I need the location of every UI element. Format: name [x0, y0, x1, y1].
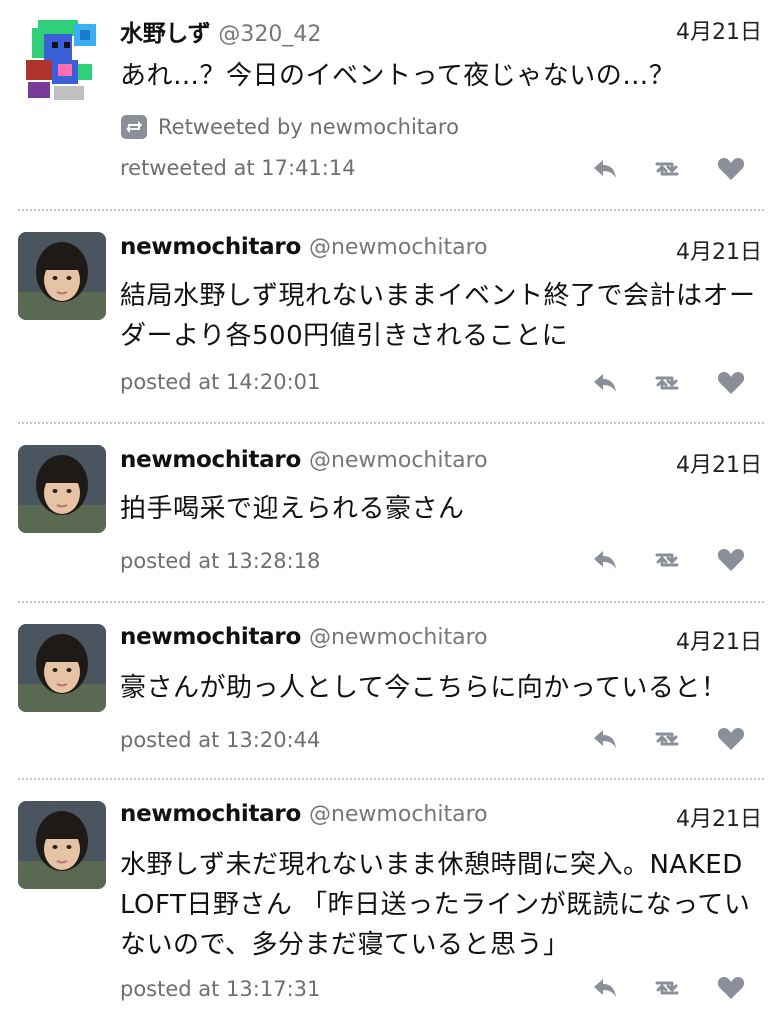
avatar[interactable] — [18, 801, 106, 889]
tweet-item[interactable]: 水野しず @320_42 4月21日 あれ…？今日のイベントって夜じゃないの…？ … — [0, 0, 780, 210]
user-handle[interactable]: @320_42 — [218, 22, 321, 47]
display-name[interactable]: newmochitaro — [120, 624, 301, 650]
timestamp: posted at 13:17:31 — [120, 977, 321, 1001]
tweet-item[interactable]: newmochitaro @newmochitaro 4月21日 豪さんが助っ人と… — [0, 602, 780, 778]
timestamp: retweeted at 17:41:14 — [120, 156, 356, 180]
avatar[interactable] — [18, 232, 106, 320]
avatar[interactable] — [18, 624, 106, 712]
retweet-icon[interactable] — [652, 724, 682, 754]
tweet-header: newmochitaro @newmochitaro 4月21日 — [120, 801, 762, 835]
heart-icon[interactable] — [716, 368, 746, 398]
timestamp: posted at 14:20:01 — [120, 370, 321, 394]
reply-icon[interactable] — [590, 545, 620, 575]
photo-avatar-image — [18, 801, 106, 889]
avatar[interactable] — [18, 445, 106, 533]
retweeted-by: Retweeted by newmochitaro — [120, 112, 459, 142]
display-name[interactable]: newmochitaro — [120, 447, 301, 473]
tweet-item[interactable]: newmochitaro @newmochitaro 4月21日 結局水野しず現れ… — [0, 210, 780, 422]
tweet-header: newmochitaro @newmochitaro 4月21日 — [120, 447, 762, 481]
reply-icon[interactable] — [590, 368, 620, 398]
tweet-header: 水野しず @320_42 4月21日 — [120, 14, 762, 48]
tweet-actions — [590, 368, 760, 398]
user-handle[interactable]: @newmochitaro — [309, 802, 488, 827]
reply-icon[interactable] — [590, 973, 620, 1003]
heart-icon[interactable] — [716, 973, 746, 1003]
retweet-icon[interactable] — [652, 368, 682, 398]
reply-icon[interactable] — [590, 724, 620, 754]
tweet-item[interactable]: newmochitaro @newmochitaro 4月21日 拍手喝采で迎えら… — [0, 423, 780, 601]
tweet-date[interactable]: 4月21日 — [676, 447, 762, 479]
timeline: 水野しず @320_42 4月21日 あれ…？今日のイベントって夜じゃないの…？ … — [0, 0, 780, 1024]
tweet-text: あれ…？今日のイベントって夜じゃないの…？ — [120, 61, 676, 91]
display-name[interactable]: newmochitaro — [120, 234, 301, 260]
tweet-text: 結局水野しず現れないままイベント終了で会計はオーダーより各500円値引きされるこ… — [120, 281, 756, 351]
timestamp: posted at 13:20:44 — [120, 728, 321, 752]
display-name[interactable]: newmochitaro — [120, 801, 301, 827]
heart-icon[interactable] — [716, 154, 746, 184]
tweet-date[interactable]: 4月21日 — [676, 801, 762, 833]
photo-avatar-image — [18, 445, 106, 533]
timestamp: posted at 13:28:18 — [120, 549, 321, 573]
tweet-actions — [590, 154, 760, 184]
retweet-icon[interactable] — [652, 973, 682, 1003]
retweeted-by-icon — [120, 114, 148, 140]
tweet-header: newmochitaro @newmochitaro 4月21日 — [120, 234, 762, 268]
tweet-text: 豪さんが助っ人として今こちらに向かっていると！ — [120, 673, 728, 703]
tweet-date[interactable]: 4月21日 — [676, 14, 762, 46]
tweet-actions — [590, 973, 760, 1003]
tweet-date[interactable]: 4月21日 — [676, 234, 762, 266]
tweet-actions — [590, 545, 760, 575]
photo-avatar-image — [18, 624, 106, 712]
tweet-text: 拍手喝采で迎えられる豪さん — [120, 494, 465, 524]
reply-icon[interactable] — [590, 154, 620, 184]
pixel-art-avatar-image — [18, 14, 106, 102]
retweet-icon[interactable] — [652, 154, 682, 184]
heart-icon[interactable] — [716, 545, 746, 575]
heart-icon[interactable] — [716, 724, 746, 754]
user-handle[interactable]: @newmochitaro — [309, 235, 488, 260]
display-name[interactable]: 水野しず — [120, 21, 211, 47]
user-handle[interactable]: @newmochitaro — [309, 625, 488, 650]
retweet-icon[interactable] — [652, 545, 682, 575]
photo-avatar-image — [18, 232, 106, 320]
tweet-text: 水野しず未だ現れないまま休憩時間に突入。NAKED LOFT日野さん 「昨日送っ… — [120, 850, 751, 960]
tweet-header: newmochitaro @newmochitaro 4月21日 — [120, 624, 762, 658]
user-handle[interactable]: @newmochitaro — [309, 448, 488, 473]
retweeted-by-label[interactable]: Retweeted by newmochitaro — [158, 115, 459, 139]
tweet-actions — [590, 724, 760, 754]
tweet-item[interactable]: newmochitaro @newmochitaro 4月21日 水野しず未だ現れ… — [0, 779, 780, 1024]
avatar[interactable] — [18, 14, 106, 102]
tweet-date[interactable]: 4月21日 — [676, 624, 762, 656]
